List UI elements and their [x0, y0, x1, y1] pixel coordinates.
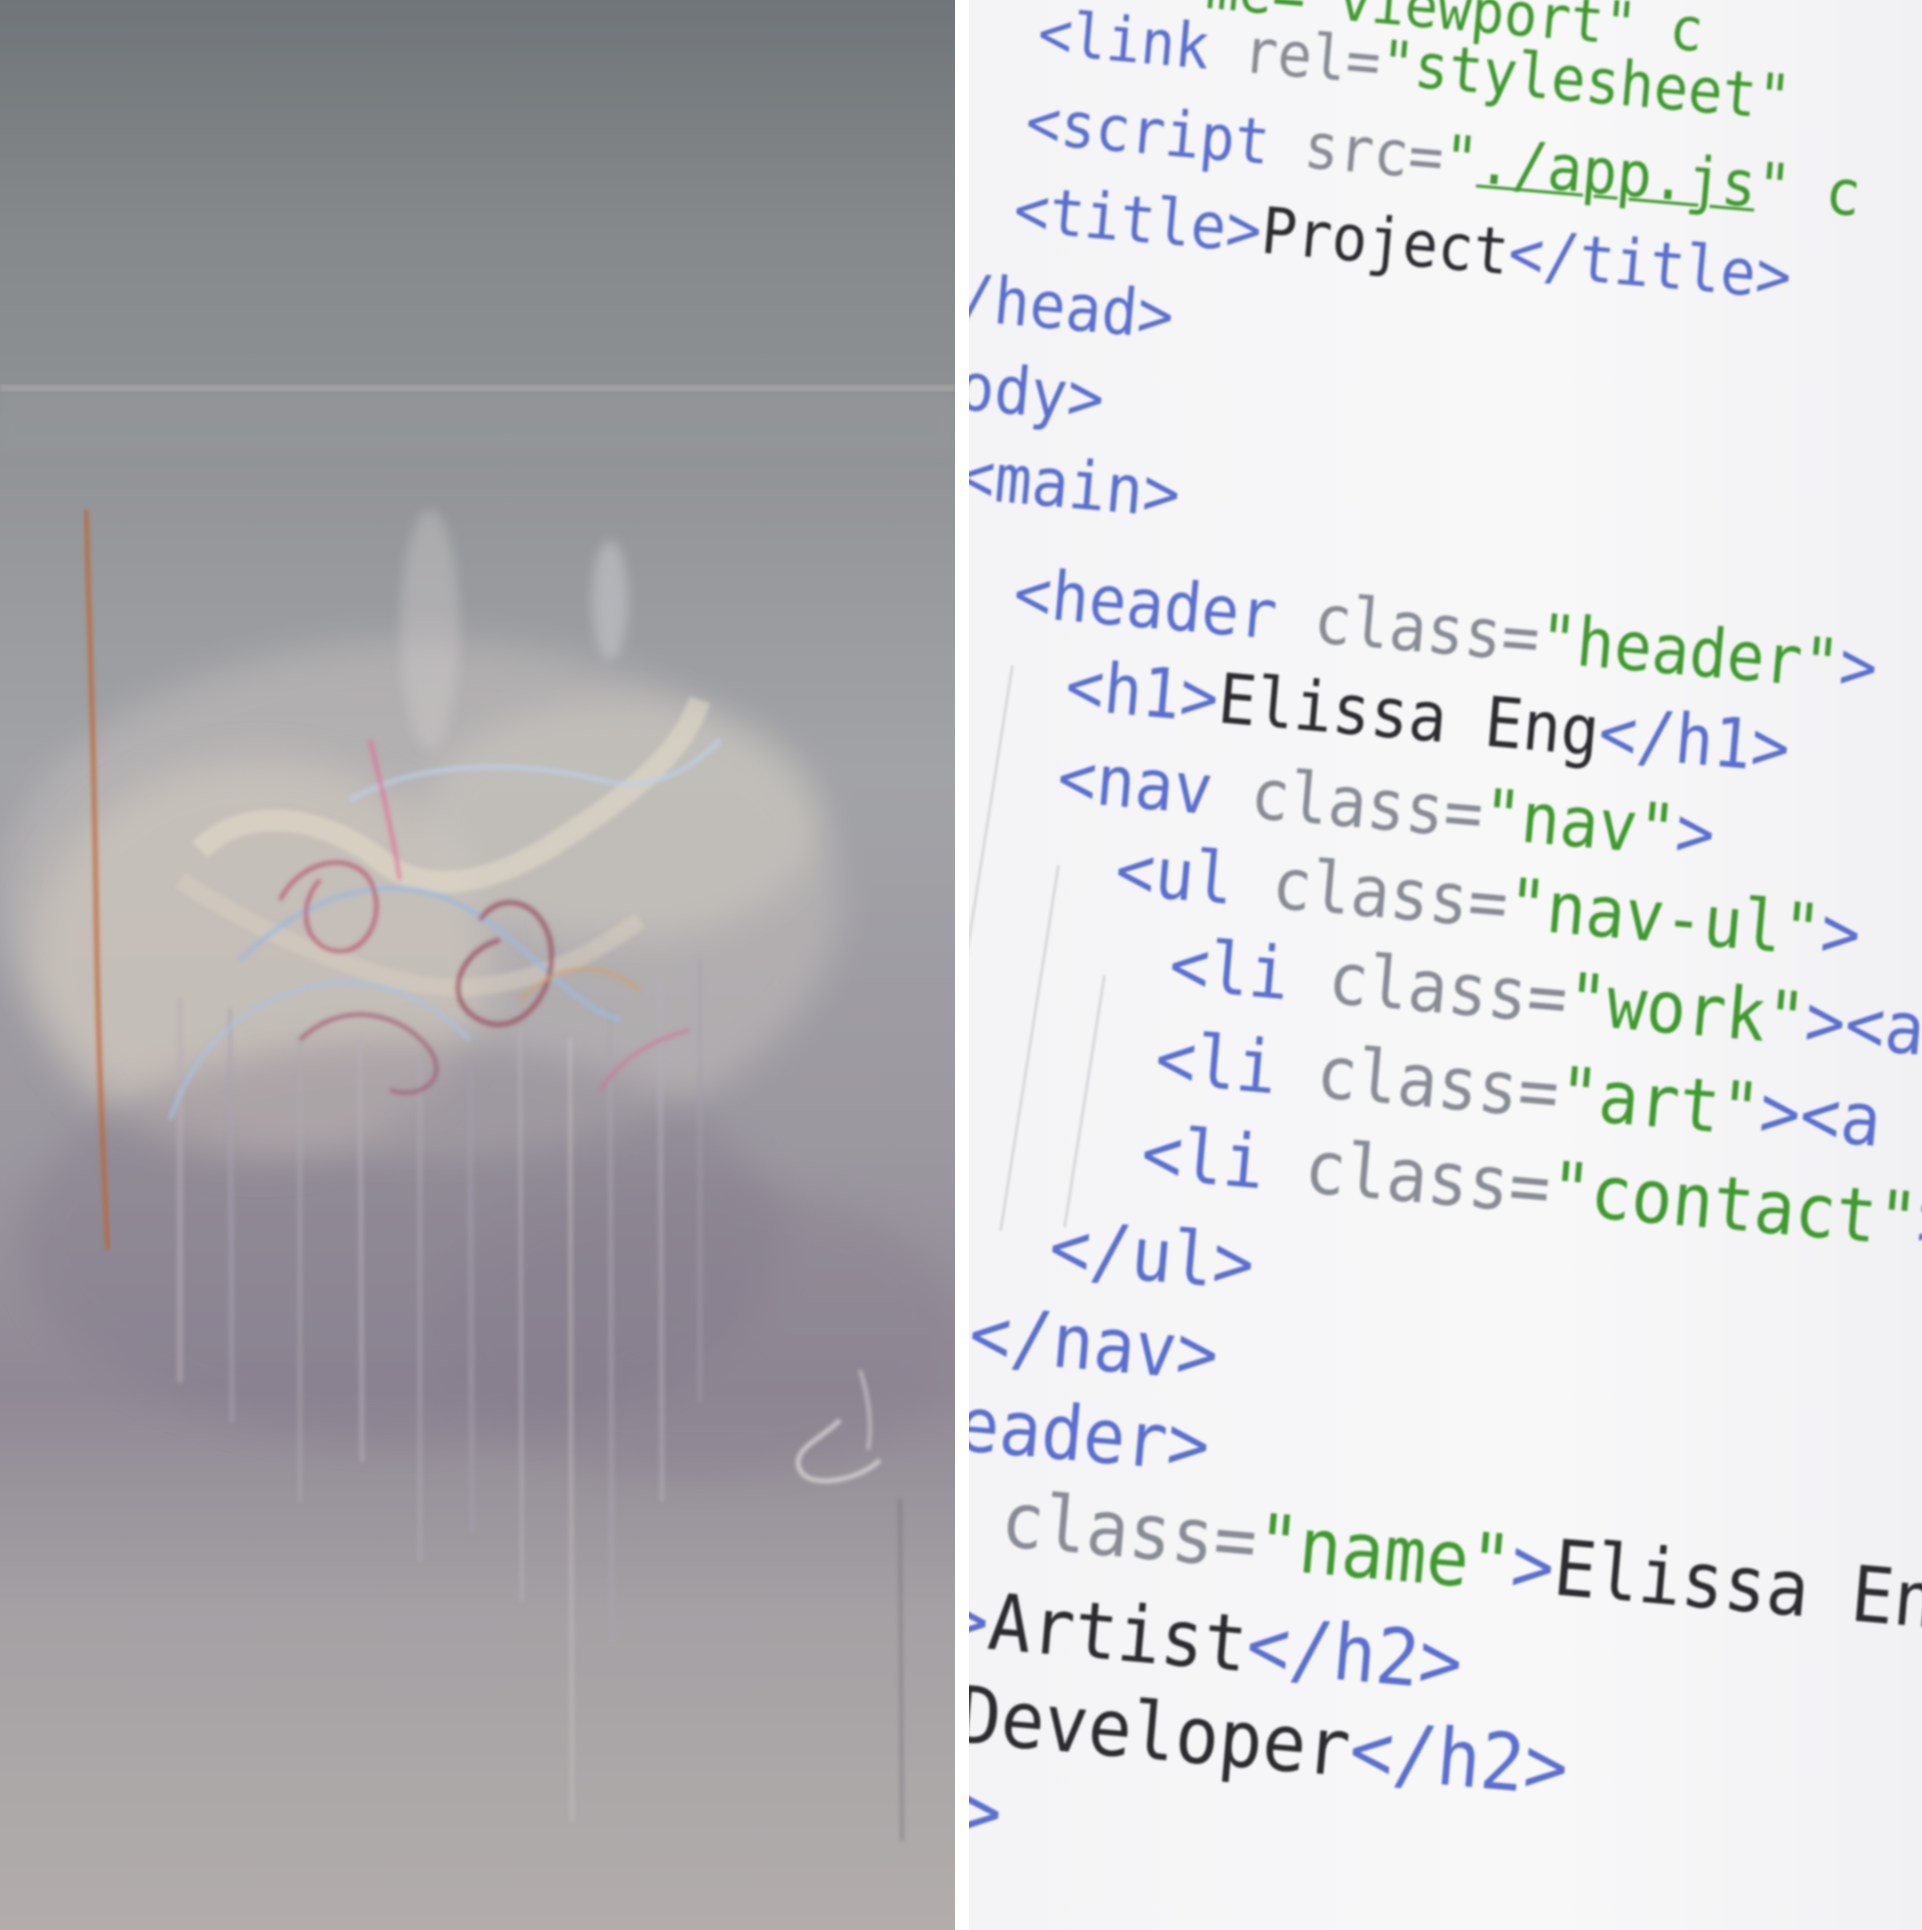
code-token: Elissa Eng: [1550, 1524, 1922, 1651]
code-token: "art": [1554, 1051, 1764, 1154]
indent-guide: [999, 865, 1060, 1231]
code-token: ><a: [1801, 977, 1922, 1072]
code-token: <nav: [1054, 736, 1255, 835]
code-token: "contact": [1546, 1145, 1922, 1264]
code-token: >: [969, 1763, 1006, 1860]
code-token: "name": [1252, 1498, 1516, 1610]
code-line: Developer</h2>: [969, 1669, 1572, 1814]
code-token: class=: [1325, 935, 1571, 1041]
code-token: "nav": [1479, 773, 1680, 872]
code-token: </h2>: [1345, 1703, 1572, 1815]
code-token: <ul: [1112, 828, 1277, 925]
code-token: eader>: [969, 1379, 1214, 1490]
code-token: </h1>: [1595, 692, 1793, 790]
code-line: /head>: [969, 261, 1177, 355]
code-token: </ul>: [1046, 1204, 1258, 1308]
code-token: ./app.js: [1474, 124, 1760, 222]
code-token: <header: [1010, 554, 1318, 659]
code-line: >: [969, 1763, 1006, 1860]
code-token: >: [1817, 889, 1864, 976]
code-token: <h1>: [1062, 646, 1222, 740]
code-token: rel=: [1240, 13, 1384, 99]
abstract-painting-image: [0, 0, 955, 1930]
code-token: <title>: [1010, 173, 1265, 269]
code-token: <li: [1166, 922, 1333, 1020]
code-token: class=: [1268, 841, 1512, 945]
code-listing: me="viewport" c <link rel="stylesheet" <sc…: [969, 0, 1922, 1930]
code-token: <script: [1023, 85, 1308, 183]
code-token: ody>: [969, 348, 1108, 438]
code-token: Artist: [984, 1577, 1251, 1691]
painting-strokes: [0, 385, 955, 1842]
code-token: src=: [1301, 109, 1447, 195]
code-token: "work": [1563, 956, 1810, 1062]
indent-guide: [1063, 975, 1106, 1228]
code-token: "header": [1535, 599, 1843, 705]
code-token: >: [1672, 790, 1719, 876]
image-divider: [955, 0, 969, 1930]
code-token: class=: [1313, 1030, 1563, 1136]
code-token: </h2>: [1242, 1600, 1467, 1709]
code-token: </title>: [1505, 216, 1795, 315]
code-photo: me="viewport" c <link rel="stylesheet" <sc…: [969, 0, 1922, 1930]
code-token: <link: [1035, 0, 1247, 87]
collage: me="viewport" c <link rel="stylesheet" <sc…: [0, 0, 1922, 1930]
code-token: class=: [997, 1476, 1261, 1587]
code-token: <main>: [969, 436, 1184, 534]
code-token: ><a h: [1756, 1068, 1922, 1172]
code-token: /head>: [969, 261, 1177, 355]
code-line: eader>: [969, 1379, 1213, 1490]
code-token: >: [1836, 626, 1881, 709]
code-token: <li: [1152, 1016, 1321, 1115]
code-token: class=: [1247, 752, 1487, 855]
code-line: </nav>: [969, 1289, 1222, 1398]
code-token: <li: [1138, 1110, 1309, 1210]
code-token: " c: [1753, 148, 1864, 231]
code-line: </ul>: [1046, 1204, 1258, 1308]
code-token: class=: [1301, 1124, 1554, 1232]
code-token: class=: [1310, 580, 1543, 679]
code-line: <main>: [969, 436, 1183, 533]
code-token: Project: [1258, 194, 1512, 290]
code-line: ody>: [969, 348, 1107, 437]
